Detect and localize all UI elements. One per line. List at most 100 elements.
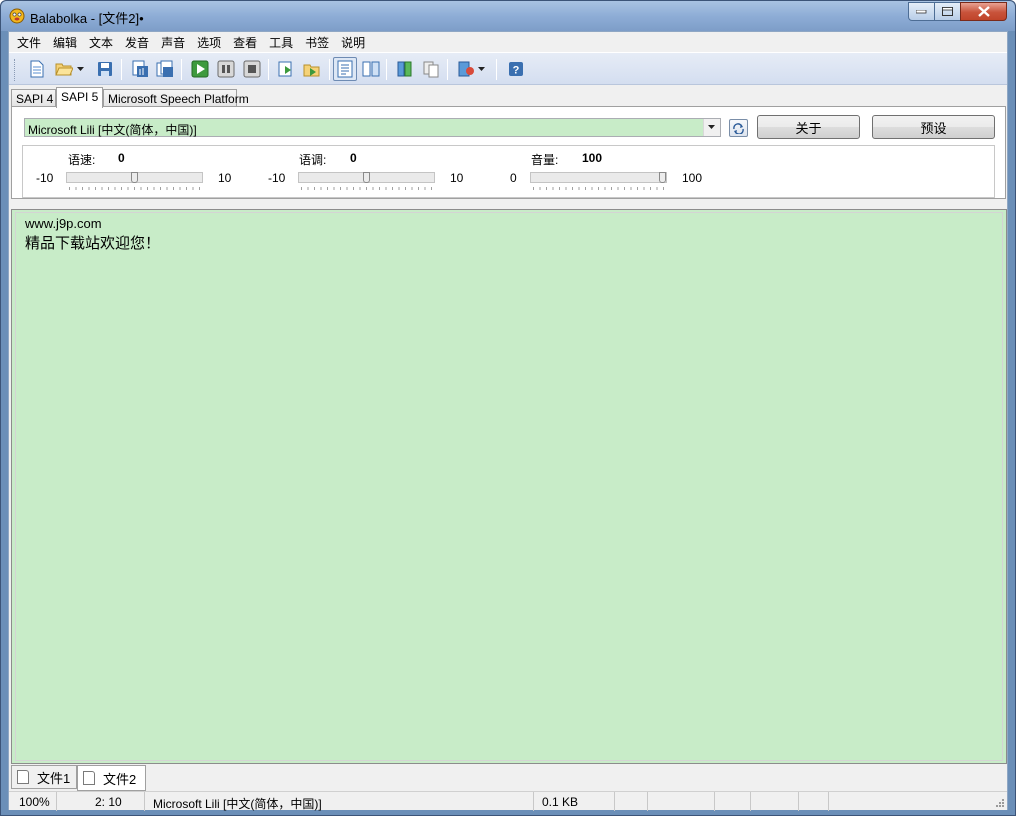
menu-view[interactable]: 查看 xyxy=(227,32,263,51)
open-dropdown-button[interactable] xyxy=(75,59,87,79)
text-editor[interactable]: www.j9p.com 精品下载站欢迎您！ xyxy=(11,209,1007,764)
slider-thumb[interactable] xyxy=(659,172,666,183)
preset-button[interactable]: 预设 xyxy=(872,115,995,139)
tab-sapi4[interactable]: SAPI 4 xyxy=(11,89,56,107)
resize-grip-icon[interactable] xyxy=(994,797,1005,808)
document-icon xyxy=(83,771,95,785)
text-view-button[interactable] xyxy=(333,57,357,81)
status-bar: 100% 2: 10 Microsoft Lili [中文(简体，中国)] 0.… xyxy=(9,791,1007,811)
app-window: Balabolka - [文件2]• 文件 编辑 文本 发音 声音 选项 查看 … xyxy=(0,0,1016,816)
pitch-value: 0 xyxy=(350,151,357,165)
help-button[interactable]: ? xyxy=(506,59,526,79)
volume-min: 0 xyxy=(510,171,517,185)
toolbar-separator xyxy=(121,59,122,80)
title-bar[interactable]: Balabolka - [文件2]• xyxy=(1,1,1015,31)
maximize-button[interactable] xyxy=(934,2,961,21)
copy-pages-icon xyxy=(423,61,439,78)
menu-bookmarks[interactable]: 书签 xyxy=(299,32,335,51)
rate-label: 语速: xyxy=(68,153,96,167)
editor-text-line: 精品下载站欢迎您！ xyxy=(25,235,161,252)
menu-edit[interactable]: 编辑 xyxy=(47,32,83,51)
menu-bar: 文件 编辑 文本 发音 声音 选项 查看 工具 书签 说明 xyxy=(9,32,1007,51)
pitch-slider[interactable] xyxy=(298,172,435,190)
status-zoom: 100% xyxy=(9,792,57,811)
slider-groove xyxy=(530,172,667,183)
voice-settings-icon xyxy=(458,61,474,77)
pitch-min: -10 xyxy=(268,171,286,185)
read-clipboard-icon xyxy=(278,61,292,77)
stop-button[interactable] xyxy=(242,59,262,79)
toolbar-grip[interactable] xyxy=(14,59,17,81)
read-clipboard-button[interactable] xyxy=(276,59,296,79)
menu-file[interactable]: 文件 xyxy=(11,32,47,51)
dictionary-button[interactable] xyxy=(395,59,415,79)
save-audio-button[interactable] xyxy=(130,59,150,79)
refresh-voices-button[interactable] xyxy=(729,119,748,137)
doc-tab-label: 文件2 xyxy=(103,771,137,787)
copy-pages-button[interactable] xyxy=(421,59,441,79)
doc-tab-file2[interactable]: 文件2 xyxy=(77,765,146,791)
rate-slider[interactable] xyxy=(66,172,203,190)
save-button[interactable] xyxy=(95,59,115,79)
status-empty xyxy=(715,792,751,811)
minimize-button[interactable] xyxy=(908,2,935,21)
slider-ticks xyxy=(533,187,664,190)
tab-speech-platform[interactable]: Microsoft Speech Platform xyxy=(103,89,249,107)
doc-tab-label: 文件1 xyxy=(37,770,71,786)
slider-thumb[interactable] xyxy=(131,172,138,183)
chevron-down-icon xyxy=(708,125,715,129)
pitch-max: 10 xyxy=(450,171,464,185)
svg-text:?: ? xyxy=(513,65,520,77)
play-icon xyxy=(191,60,209,78)
toolbar-separator xyxy=(496,59,497,80)
batch-convert-button[interactable] xyxy=(155,59,175,79)
toolbar-separator xyxy=(268,59,269,80)
stop-icon xyxy=(243,60,261,78)
voice-select[interactable]: Microsoft Lili [中文(简体，中国)] xyxy=(24,118,721,137)
help-icon: ? xyxy=(509,62,523,77)
menu-speech[interactable]: 声音 xyxy=(155,32,191,51)
about-button[interactable]: 关于 xyxy=(757,115,860,139)
voice-settings-button[interactable] xyxy=(456,59,476,79)
window-title: Balabolka - [文件2]• xyxy=(30,11,144,26)
pause-icon xyxy=(217,60,235,78)
status-empty xyxy=(648,792,715,811)
slider-thumb[interactable] xyxy=(363,172,370,183)
rate-max: 10 xyxy=(218,171,232,185)
menu-tools[interactable]: 工具 xyxy=(263,32,299,51)
pitch-label: 语调: xyxy=(299,153,327,167)
split-view-icon xyxy=(362,61,380,77)
save-audio-icon xyxy=(132,60,148,77)
voice-select-value: Microsoft Lili [中文(简体，中国)] xyxy=(28,123,197,137)
tab-sapi5[interactable]: SAPI 5 xyxy=(56,87,103,108)
voice-parameters-group: 语速: 0 -10 10 语调: 0 -10 10 音量: 100 0 100 xyxy=(22,145,995,198)
maximize-icon xyxy=(942,6,953,16)
dictionary-icon xyxy=(397,61,412,77)
slider-ticks xyxy=(301,187,432,190)
status-empty xyxy=(751,792,799,811)
balabolka-app-icon xyxy=(9,8,25,24)
play-button[interactable] xyxy=(190,59,210,79)
close-button[interactable] xyxy=(960,2,1007,21)
volume-slider[interactable] xyxy=(530,172,667,190)
volume-max: 100 xyxy=(682,171,703,185)
new-document-icon xyxy=(30,60,44,78)
pause-button[interactable] xyxy=(216,59,236,79)
status-empty xyxy=(615,792,648,811)
document-icon xyxy=(17,770,29,784)
menu-options[interactable]: 选项 xyxy=(191,32,227,51)
voice-select-arrow[interactable] xyxy=(703,119,720,136)
read-file-button[interactable] xyxy=(302,59,322,79)
read-file-icon xyxy=(303,64,320,77)
menu-text[interactable]: 文本 xyxy=(83,32,119,51)
status-voice: Microsoft Lili [中文(简体，中国)] xyxy=(145,792,534,811)
voice-dropdown-button[interactable] xyxy=(476,59,488,79)
open-button[interactable] xyxy=(54,59,74,79)
menu-pronunciation[interactable]: 发音 xyxy=(119,32,155,51)
editor-content[interactable]: www.j9p.com 精品下载站欢迎您！ xyxy=(15,212,1003,761)
split-view-button[interactable] xyxy=(361,59,381,79)
menu-help[interactable]: 说明 xyxy=(335,32,371,51)
toolbar-separator xyxy=(329,59,330,80)
new-document-button[interactable] xyxy=(27,59,47,79)
doc-tab-file1[interactable]: 文件1 xyxy=(11,765,77,789)
